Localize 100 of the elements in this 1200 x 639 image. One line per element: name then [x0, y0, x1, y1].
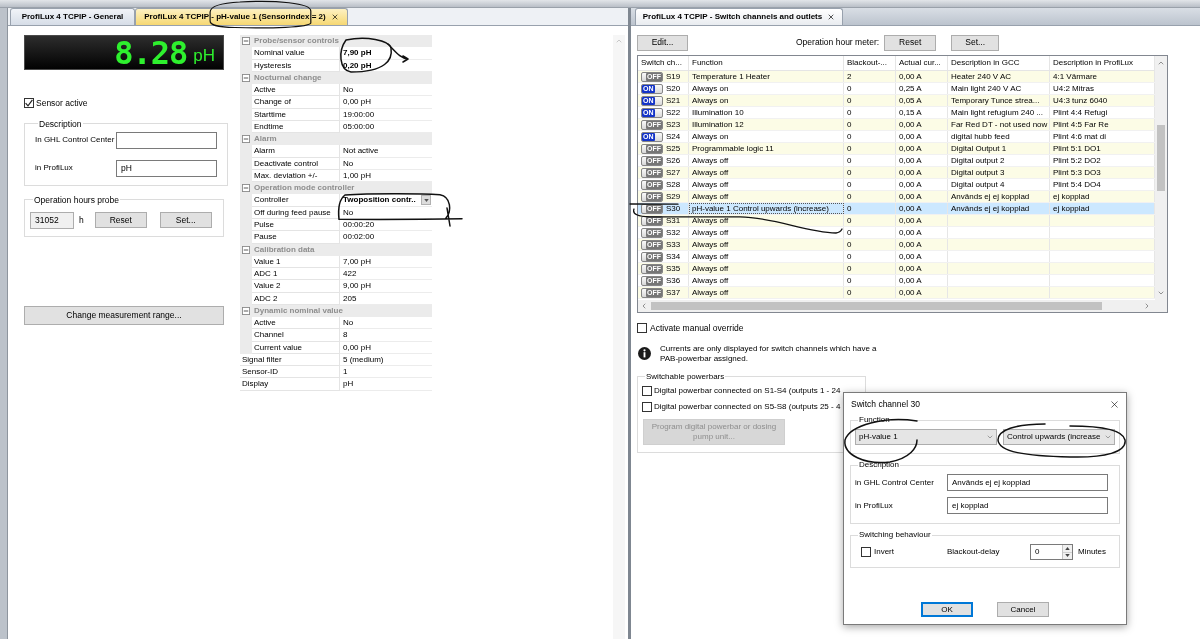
chevron-right-icon[interactable]: [1143, 302, 1151, 310]
text-field[interactable]: [116, 131, 217, 149]
column-header[interactable]: Function: [689, 56, 844, 70]
button[interactable]: Reset: [94, 212, 147, 229]
property-name: Value 2: [252, 280, 340, 293]
collapse-icon[interactable]: [242, 37, 250, 46]
table-cell: 0: [844, 239, 896, 250]
scrollbar-thumb[interactable]: [1157, 125, 1165, 191]
property-value[interactable]: 00:02:00: [340, 231, 432, 244]
checkbox[interactable]: [637, 323, 647, 334]
horizontal-scrollbar[interactable]: [638, 300, 1167, 312]
property-value[interactable]: Not active: [340, 145, 432, 158]
chevron-down-icon[interactable]: [1157, 289, 1165, 297]
checkbox[interactable]: [642, 401, 652, 412]
group-title: Switching behaviour: [858, 530, 932, 540]
button[interactable]: Set...: [951, 34, 1000, 51]
table-cell: S24: [666, 130, 681, 143]
table-cell: 0,00 A: [896, 155, 948, 166]
table-cell: 0: [844, 263, 896, 274]
table-cell: Temperature 1 Heater: [689, 71, 844, 82]
button[interactable]: Set...: [159, 212, 212, 229]
column-header[interactable]: Switch ch...: [638, 56, 689, 70]
close-icon[interactable]: [827, 13, 836, 21]
text-field[interactable]: ej kopplad: [947, 497, 1108, 514]
text-field[interactable]: Används ej ej kopplad: [947, 474, 1108, 491]
group-title: Description: [858, 460, 900, 470]
table-cell: S32: [666, 226, 681, 239]
table-cell: Digital output 2: [948, 155, 1050, 166]
info-icon: [638, 346, 651, 360]
table-cell: 0,00 A: [896, 263, 948, 274]
collapse-icon[interactable]: [242, 245, 250, 254]
property-value[interactable]: pH: [340, 378, 432, 391]
table-cell: 0,00 A: [896, 119, 948, 130]
category-title: Alarm: [254, 133, 277, 146]
collapse-icon[interactable]: [242, 135, 250, 144]
checkbox-label: Sensor active: [36, 97, 88, 110]
category-title: Nocturnal change: [254, 71, 322, 84]
tab[interactable]: ProfiLux 4 TCPIP - General: [10, 8, 135, 25]
category-title: Calibration data: [254, 243, 315, 256]
chevron-up-icon[interactable]: [1157, 59, 1165, 67]
spin-box[interactable]: 0: [1030, 544, 1073, 560]
column-header[interactable]: Description in GCC: [948, 56, 1050, 70]
vertical-scrollbar[interactable]: [613, 35, 625, 639]
dropdown[interactable]: Control upwards (increase: [1003, 429, 1115, 445]
table-cell: Always off: [689, 263, 844, 274]
close-button[interactable]: [1108, 398, 1120, 410]
checkbox[interactable]: [861, 547, 871, 557]
button[interactable]: Edit...: [637, 34, 688, 51]
table-cell: S36: [666, 274, 681, 287]
property-name: Alarm: [252, 145, 340, 158]
table-cell: 0,00 A: [896, 167, 948, 178]
table-cell: S23: [666, 118, 681, 131]
button[interactable]: Reset: [884, 34, 937, 51]
property-value[interactable]: 7,00 pH: [340, 255, 432, 269]
scrollbar-thumb[interactable]: [651, 302, 1102, 310]
property-value[interactable]: 1: [340, 366, 432, 379]
checkbox[interactable]: [24, 98, 34, 109]
spin-down-button[interactable]: [1063, 552, 1072, 559]
tab[interactable]: ProfiLux 4 TCPIP - pH-value 1 (Sensorindex = 2): [135, 8, 348, 25]
table-cell: S31: [666, 214, 681, 227]
property-value[interactable]: 0,00 pH: [340, 96, 432, 109]
close-icon[interactable]: [330, 13, 339, 21]
table-cell: 0: [844, 179, 896, 190]
column-header[interactable]: Blackout-...: [844, 56, 896, 70]
property-value[interactable]: 9,00 pH: [340, 280, 432, 293]
table-cell: pH-value 1 Control upwards (increase): [689, 203, 844, 214]
checkbox-label: Digital powerbar connected on S1-S4 (outputs 1 - 24: [654, 384, 841, 397]
dropdown[interactable]: pH-value 1: [855, 429, 997, 445]
text-field[interactable]: pH: [116, 159, 217, 177]
property-value[interactable]: No: [340, 317, 432, 330]
property-value[interactable]: 8: [340, 329, 432, 342]
property-value[interactable]: 422: [340, 268, 432, 281]
dropdown-button[interactable]: [421, 195, 431, 206]
category-title: Operation mode controller: [254, 182, 355, 195]
dialog-button[interactable]: Cancel: [997, 602, 1049, 617]
vertical-scrollbar[interactable]: [1155, 56, 1167, 300]
property-value[interactable]: No: [340, 84, 432, 97]
collapse-icon[interactable]: [242, 184, 250, 193]
table-cell: 0: [844, 119, 896, 130]
property-value[interactable]: 7,90 pH: [340, 47, 432, 60]
button[interactable]: Change measurement range...: [24, 305, 224, 325]
chevron-left-icon[interactable]: [640, 302, 648, 310]
table-cell: 0: [844, 83, 896, 94]
property-name: Change of: [252, 96, 340, 109]
tab[interactable]: ProfiLux 4 TCPIP - Switch channels and outlets: [635, 8, 843, 25]
collapse-icon[interactable]: [242, 73, 250, 82]
checkbox[interactable]: [642, 385, 652, 396]
table-cell: S19: [666, 70, 681, 83]
checkbox-label: Activate manual override: [650, 322, 744, 335]
table-cell: Always off: [689, 275, 844, 286]
field-label: in GHL Control Center: [855, 476, 935, 489]
collapse-icon[interactable]: [242, 306, 250, 315]
category-title: Dynamic nominal value: [254, 304, 343, 317]
table-cell: Always off: [689, 155, 844, 166]
dialog-button[interactable]: OK: [921, 602, 973, 617]
group-title: Description: [38, 118, 83, 129]
field-label: Blackout-delay: [947, 546, 1001, 558]
group-title: Function: [858, 415, 891, 425]
column-header[interactable]: Actual cur...: [896, 56, 948, 70]
table-cell: 0,00 A: [896, 143, 948, 154]
